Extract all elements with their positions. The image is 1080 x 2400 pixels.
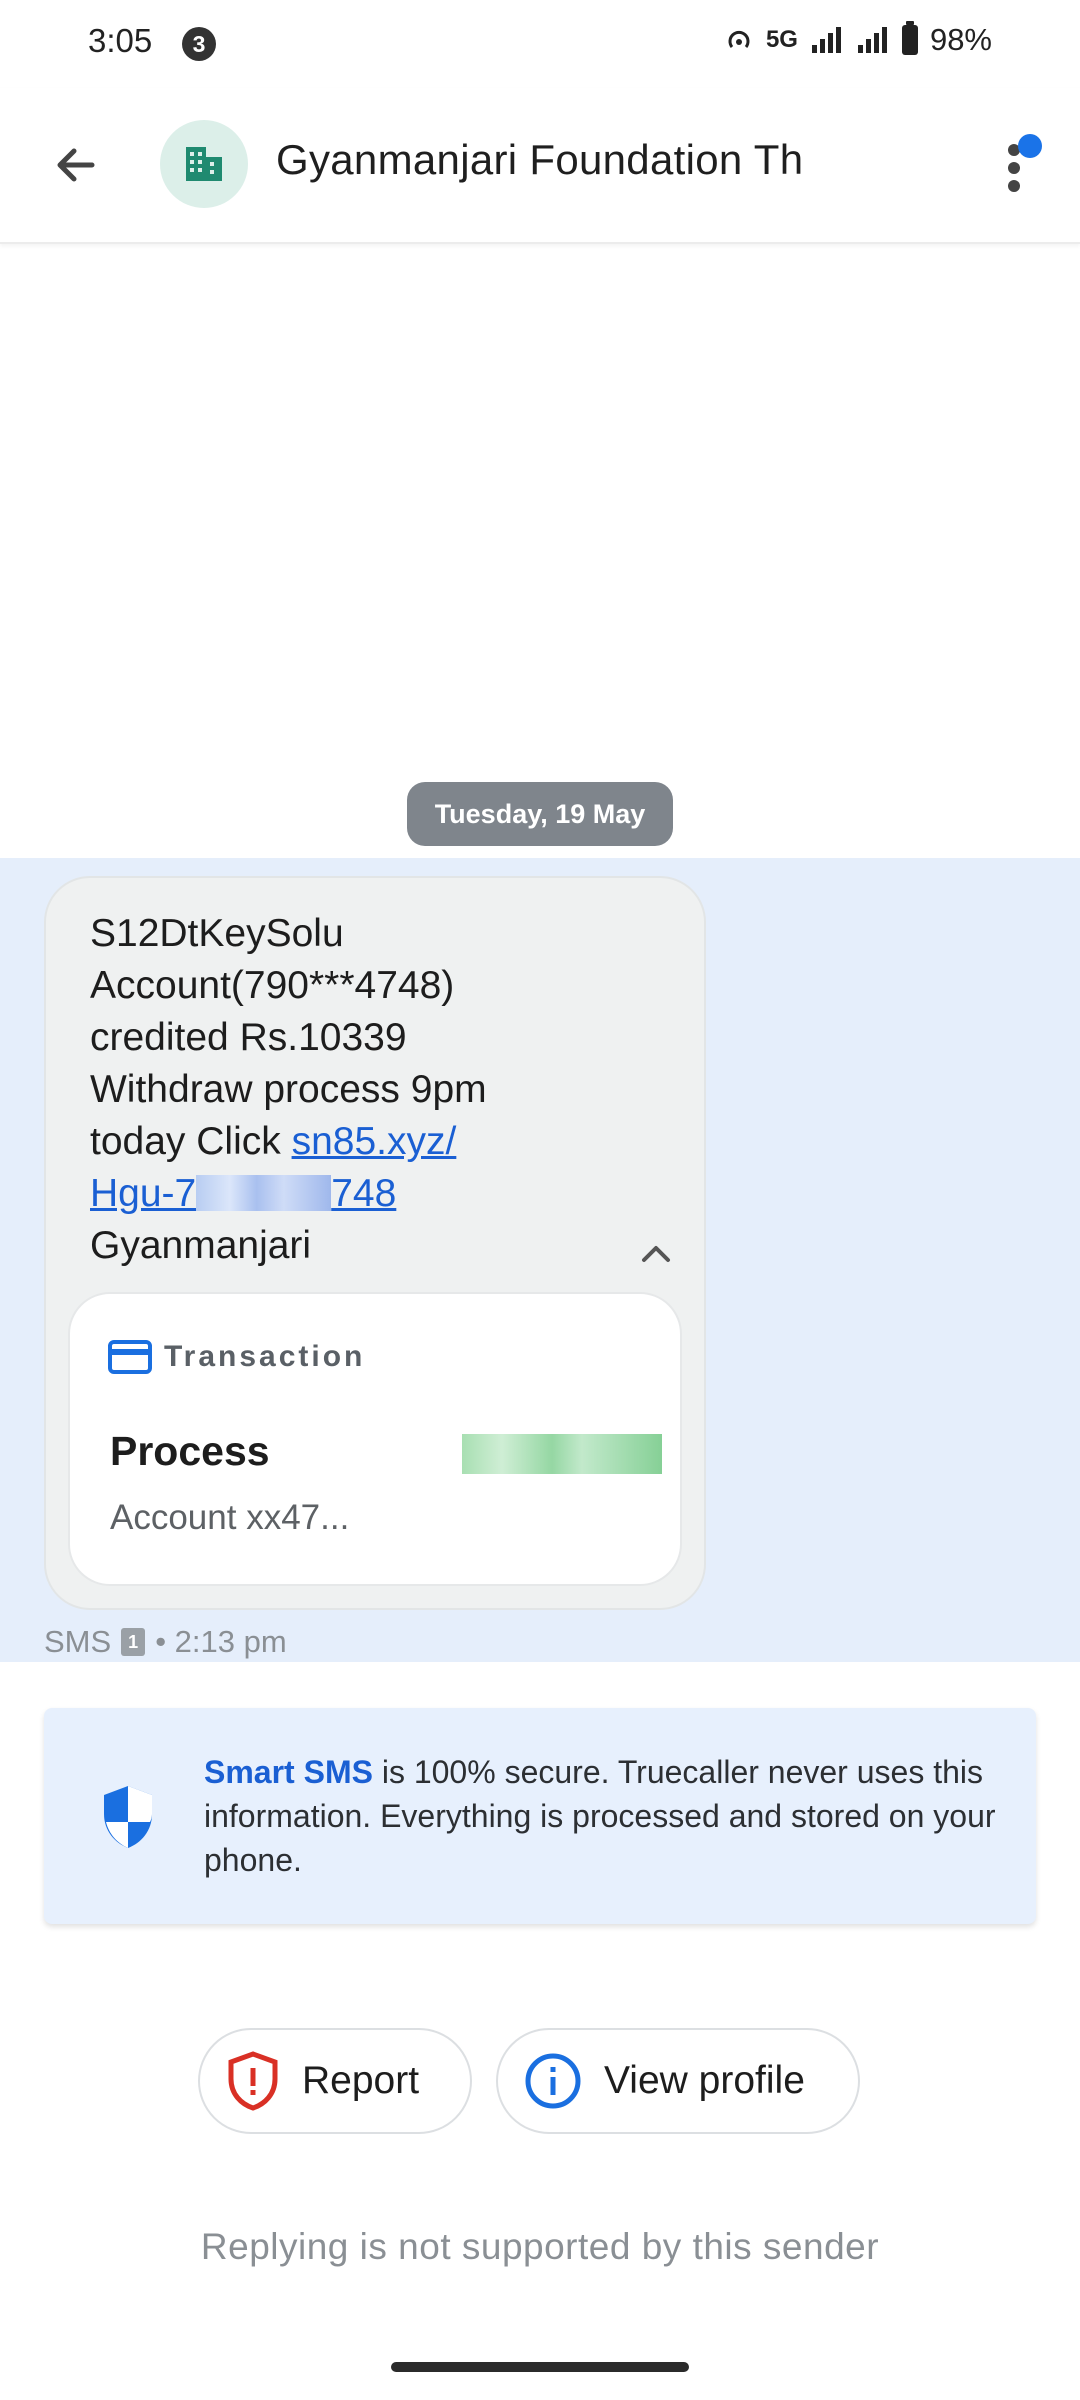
signal-icon (811, 27, 841, 53)
message-line: credited Rs.10339 (90, 1016, 407, 1059)
message-line: Gyanmanjari (90, 1224, 312, 1267)
home-indicator[interactable] (391, 2362, 689, 2372)
signal-icon (857, 27, 887, 53)
view-profile-label: View profile (604, 2059, 805, 2102)
message-time: • 2:13 pm (155, 1624, 287, 1659)
message-link-part[interactable]: Hgu-7 (90, 1172, 196, 1215)
redacted-amount (462, 1434, 662, 1474)
report-button[interactable]: Report (198, 2028, 472, 2134)
building-icon (186, 147, 222, 181)
message-body: S12DtKeySolu Account(790***4748) credite… (90, 908, 670, 1272)
message-link-line[interactable]: Hgu-7 748 (90, 1168, 670, 1220)
credit-card-icon (108, 1340, 152, 1374)
message-bubble[interactable]: S12DtKeySolu Account(790***4748) credite… (44, 876, 706, 1610)
sim-icon: 1 (121, 1628, 146, 1656)
redacted-link-segment (196, 1175, 332, 1211)
date-chip: Tuesday, 19 May (407, 782, 673, 846)
message-line: Account(790***4748) (90, 964, 455, 1007)
smart-sms-notice: Smart SMS is 100% secure. Truecaller nev… (44, 1708, 1036, 1924)
transaction-label: Transaction (164, 1340, 366, 1373)
app-bar: Gyanmanjari Foundation Th (0, 88, 1080, 244)
message-line: today Click sn85.xyz/ (90, 1116, 670, 1168)
chevron-up-icon[interactable] (626, 1228, 686, 1278)
back-arrow-icon[interactable] (44, 132, 110, 198)
unread-indicator-dot (1018, 134, 1042, 158)
conversation-title: Gyanmanjari Foundation Th (276, 136, 804, 183)
view-profile-button[interactable]: View profile (496, 2028, 860, 2134)
transaction-title: Process (110, 1428, 270, 1474)
smart-sms-brand: Smart SMS (204, 1754, 373, 1790)
transaction-header: Transaction (108, 1340, 365, 1374)
transaction-card[interactable]: Transaction Process Account xx47... (68, 1292, 682, 1586)
report-label: Report (302, 2059, 420, 2102)
battery-icon (901, 21, 918, 55)
notification-count-badge: 3 (182, 27, 216, 61)
battery-level: 98% (929, 22, 992, 57)
network-type: 5G (765, 26, 798, 53)
hotspot-icon (728, 30, 750, 48)
message-link-part[interactable]: sn85.xyz/ (292, 1120, 457, 1163)
smart-sms-notice-text: Smart SMS is 100% secure. Truecaller nev… (204, 1750, 1004, 1882)
status-time: 3:05 (88, 22, 153, 59)
status-bar: 3:05 3 5G 98% (0, 0, 1080, 88)
shield-icon (104, 1786, 152, 1848)
message-line-prefix: today Click (90, 1120, 292, 1163)
transaction-account: Account xx47... (110, 1498, 350, 1537)
sender-avatar[interactable] (160, 120, 248, 208)
status-icons: 5G 98% (724, 21, 992, 58)
message-meta: SMS 1 • 2:13 pm (44, 1624, 287, 1660)
message-link-part[interactable]: 748 (331, 1172, 396, 1215)
message-line: S12DtKeySolu (90, 912, 344, 955)
report-shield-icon (228, 2051, 278, 2111)
message-line: Withdraw process 9pm (90, 1068, 487, 1111)
reply-not-supported-note: Replying is not supported by this sender (200, 2226, 880, 2267)
info-icon (525, 2053, 581, 2109)
message-channel: SMS (44, 1624, 112, 1659)
